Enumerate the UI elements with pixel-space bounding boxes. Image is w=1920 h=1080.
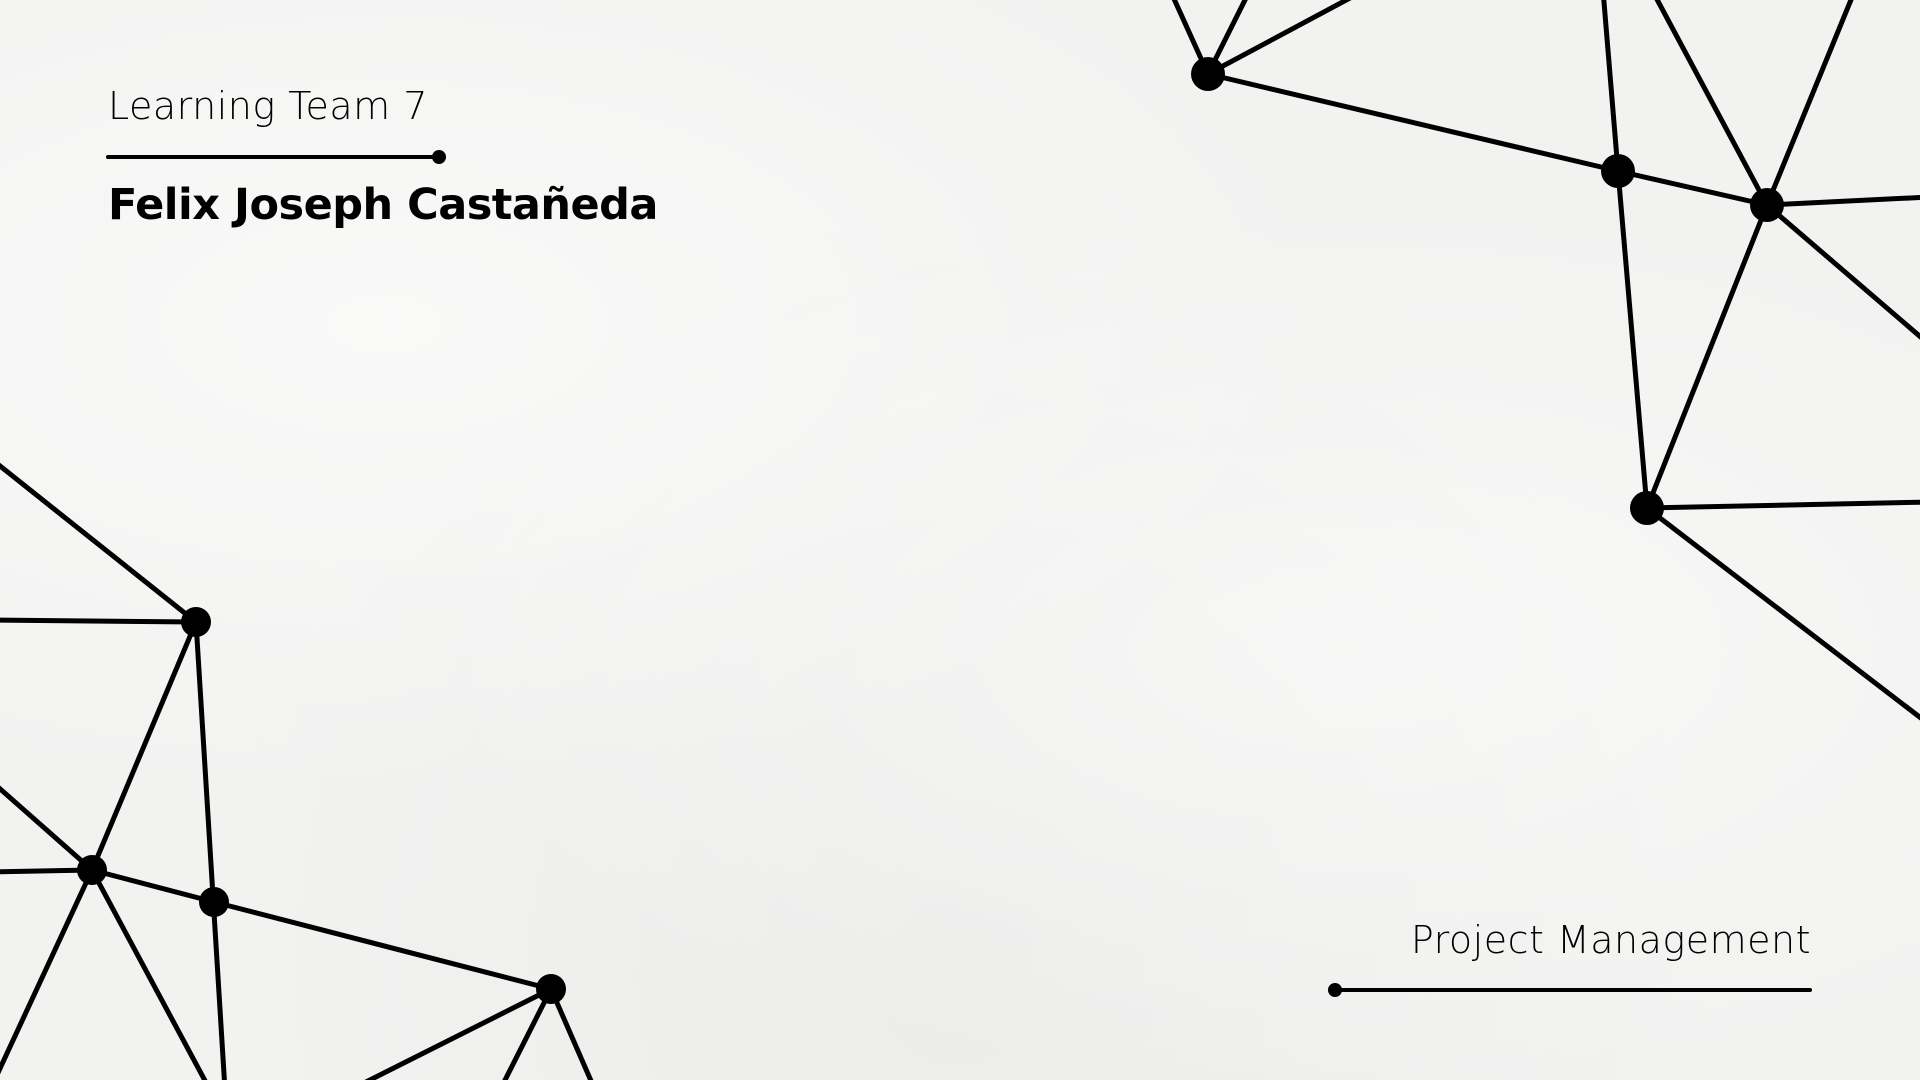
slide-topic: Project Management — [1410, 918, 1811, 962]
divider-lines — [106, 155, 1812, 992]
network-top-right-nodes — [1191, 57, 1784, 525]
subtitle-underline-dot — [432, 150, 446, 164]
network-top-right-edges — [1171, 0, 1920, 721]
slide-title: Felix Joseph Castañeda — [108, 180, 658, 230]
slide-subtitle: Learning Team 7 — [108, 84, 428, 128]
network-bottom-left-nodes — [77, 607, 566, 1004]
network-bottom-left-edges — [0, 462, 594, 1080]
slide: Learning Team 7 Felix Joseph Castañeda P… — [0, 0, 1920, 1080]
divider-dots — [432, 150, 1342, 997]
topic-underline-dot — [1328, 983, 1342, 997]
